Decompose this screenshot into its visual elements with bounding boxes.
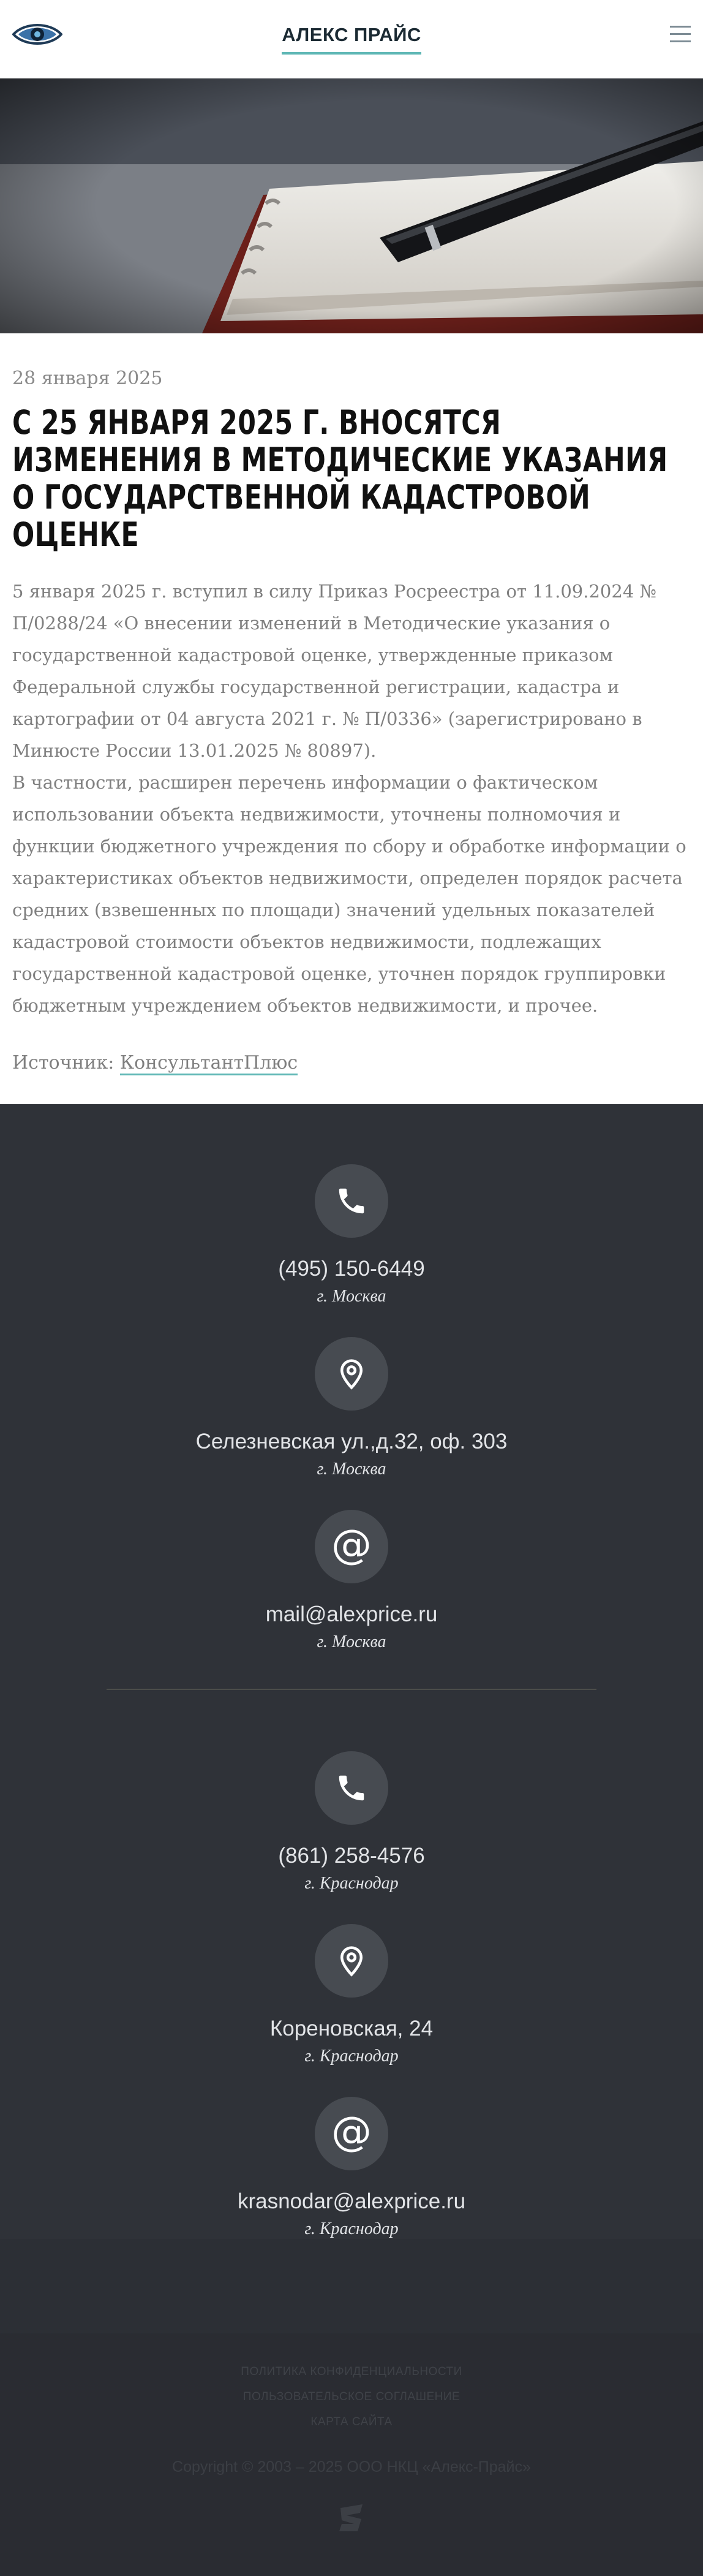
hamburger-menu-icon[interactable] [670, 26, 691, 42]
contact-address: Кореновская, 24 [269, 2017, 434, 2040]
at-sign-icon[interactable]: @ [315, 1510, 388, 1583]
source-label: Источник: [12, 1052, 115, 1074]
phone-icon[interactable] [315, 1751, 388, 1825]
contacts-section: (495) 150-6449 г. Москва Селезневская ул… [0, 1104, 703, 2239]
location-pin-icon[interactable] [315, 1337, 388, 1411]
contact-phone[interactable]: (861) 258-4576 [0, 1843, 703, 1869]
contact-email[interactable]: krasnodar@alexprice.ru [0, 2189, 703, 2214]
hero-image [0, 78, 703, 333]
article-title: С 25 ЯНВАРЯ 2025 Г. ВНОСЯТСЯ ИЗМЕНЕНИЯ В… [12, 403, 668, 554]
footer-link-sitemap[interactable]: КАРТА САЙТА [0, 2415, 703, 2429]
site-header: АЛЕКС ПРАЙС [0, 0, 703, 78]
contact-phone[interactable]: (495) 150-6449 [0, 1256, 703, 1282]
site-footer: ПОЛИТИКА КОНФИДЕНЦИАЛЬНОСТИ ПОЛЬЗОВАТЕЛЬ… [0, 2333, 703, 2576]
contact-city: г. Краснодар [304, 2047, 399, 2066]
article-paragraph-2: В частности, расширен перечень информаци… [12, 772, 686, 1016]
developer-logo-icon[interactable] [0, 2499, 703, 2539]
phone-icon[interactable] [315, 1164, 388, 1238]
news-article: 28 января 2025 С 25 ЯНВАРЯ 2025 Г. ВНОСЯ… [0, 333, 703, 1104]
contact-item: Кореновская, 24 г. Краснодар [0, 1924, 703, 2066]
copyright-text: Copyright © 2003 – 2025 ООО НКЦ «Алекс-П… [172, 2458, 531, 2476]
article-paragraph-1: 5 января 2025 г. вступил в силу Приказ Р… [12, 581, 656, 761]
contact-city: г. Москва [317, 1632, 386, 1651]
contacts-divider [107, 1689, 596, 1690]
site-brand[interactable]: АЛЕКС ПРАЙС [282, 24, 421, 55]
contact-item: (495) 150-6449 г. Москва [0, 1164, 703, 1306]
location-pin-icon[interactable] [315, 1924, 388, 1998]
eye-logo-icon[interactable] [12, 18, 62, 50]
notebook-pen-photo [0, 78, 703, 333]
contact-item: @ krasnodar@alexprice.ru г. Краснодар [0, 2097, 703, 2239]
article-date: 28 января 2025 [12, 368, 163, 389]
source-link[interactable]: КонсультантПлюс [119, 1052, 298, 1075]
contact-item: @ mail@alexprice.ru г. Москва [0, 1510, 703, 1652]
contact-city: г. Краснодар [304, 2219, 399, 2238]
contact-item: (861) 258-4576 г. Краснодар [0, 1751, 703, 1893]
contact-city: г. Москва [317, 1460, 386, 1479]
contact-address: Селезневская ул.,д.32, оф. 303 [195, 1430, 508, 1453]
contact-email[interactable]: mail@alexprice.ru [0, 1602, 703, 1627]
contact-city: г. Краснодар [304, 1874, 399, 1893]
article-source: Источник: КонсультантПлюс [12, 1052, 691, 1075]
at-sign-icon[interactable]: @ [315, 2097, 388, 2170]
footer-link-privacy[interactable]: ПОЛИТИКА КОНФИДЕНЦИАЛЬНОСТИ [0, 2365, 703, 2379]
footer-link-agreement[interactable]: ПОЛЬЗОВАТЕЛЬСКОЕ СОГЛАШЕНИЕ [0, 2390, 703, 2404]
contact-city: г. Москва [317, 1287, 386, 1306]
contact-item: Селезневская ул.,д.32, оф. 303 г. Москва [0, 1337, 703, 1479]
